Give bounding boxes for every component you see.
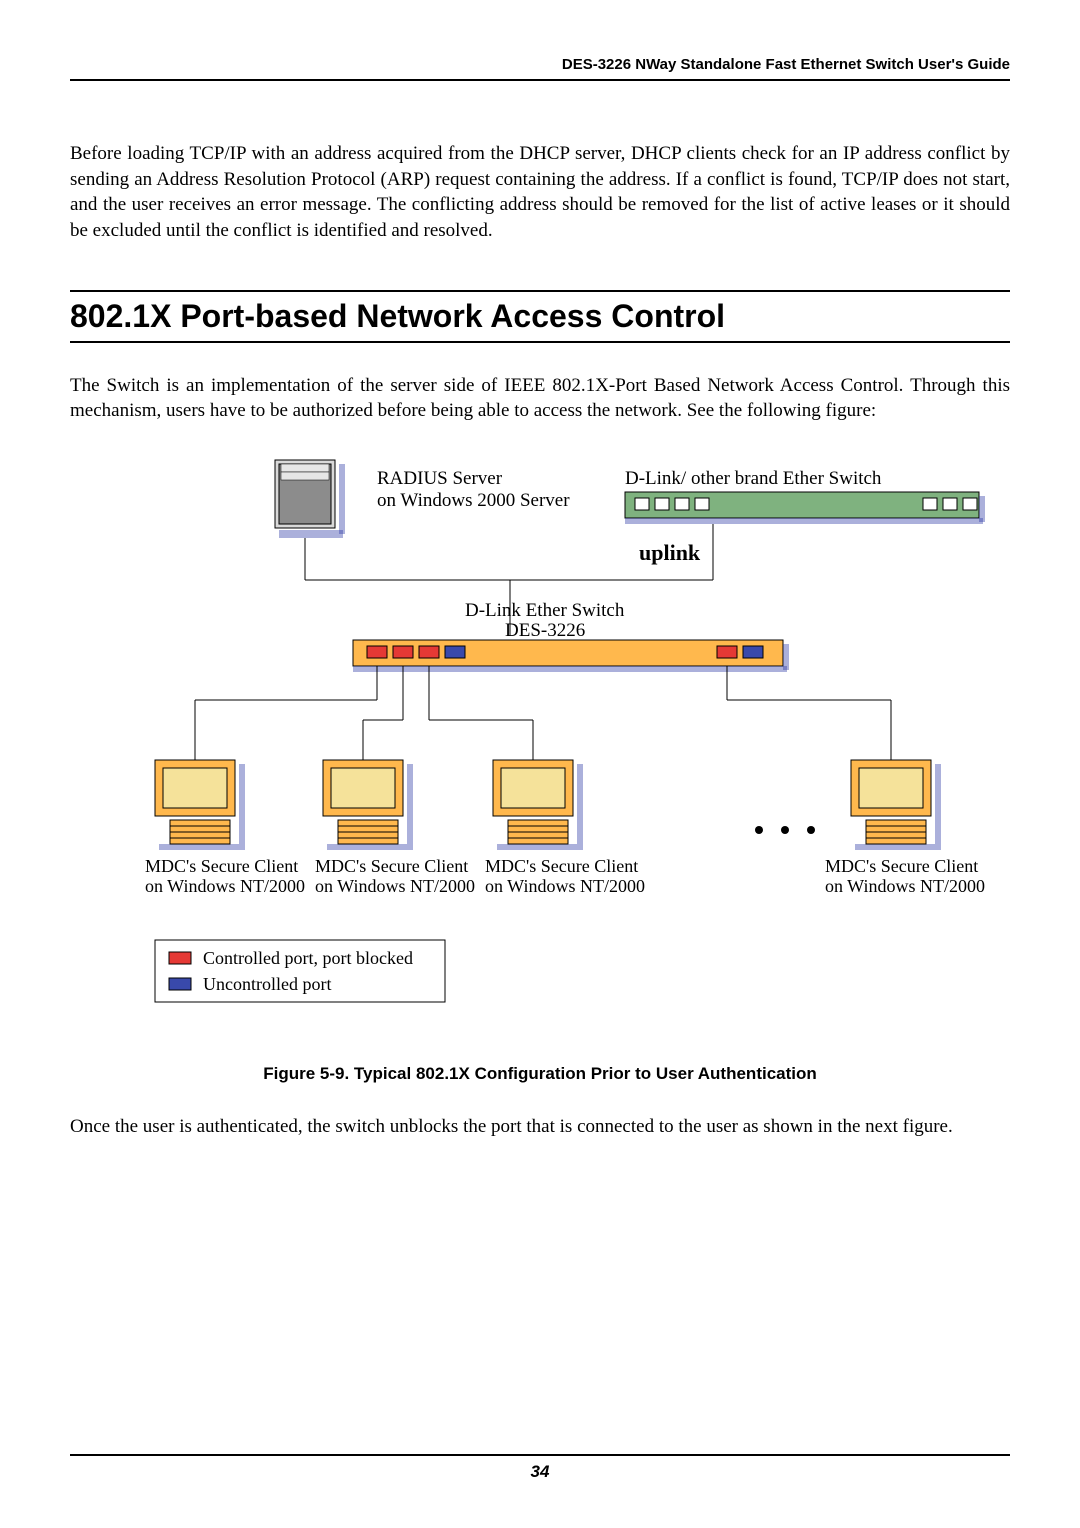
uplink-label: uplink [639, 540, 701, 565]
client3-l1: MDC's Secure Client [485, 856, 638, 876]
legend-text-1: Controlled port, port blocked [203, 948, 413, 968]
client4-l1: MDC's Secure Client [825, 856, 978, 876]
legend-box: Controlled port, port blocked Uncontroll… [155, 940, 445, 1002]
des-switch-icon [353, 640, 789, 672]
other-switch-icon [625, 492, 985, 524]
des-switch-label-1: D-Link Ether Switch [465, 600, 625, 621]
paragraph-1: Before loading TCP/IP with an address ac… [70, 141, 1010, 244]
uncontrolled-port-icon [445, 646, 465, 658]
paragraph-3: Once the user is authenticated, the swit… [70, 1114, 1010, 1140]
client-computer-icon [851, 760, 941, 850]
client1-l1: MDC's Secure Client [145, 856, 298, 876]
radius-label-1: RADIUS Server [377, 468, 503, 489]
footer-rule [70, 1454, 1010, 1456]
blocked-port-icon [367, 646, 387, 658]
client3-l2: on Windows NT/2000 [485, 876, 645, 896]
client1-l2: on Windows NT/2000 [145, 876, 305, 896]
client2-l2: on Windows NT/2000 [315, 876, 475, 896]
des-switch-label-2: DES-3226 [505, 620, 585, 641]
client-computer-icon [155, 760, 245, 850]
client-computer-icon [323, 760, 413, 850]
paragraph-2: The Switch is an implementation of the s… [70, 373, 1010, 424]
running-header: DES-3226 NWay Standalone Fast Ethernet S… [70, 56, 1010, 81]
client-computer-icon [493, 760, 583, 850]
client2-l1: MDC's Secure Client [315, 856, 468, 876]
header-title: DES-3226 NWay Standalone Fast Ethernet S… [562, 56, 1010, 73]
radius-server-icon [275, 460, 345, 538]
figure-caption: Figure 5-9. Typical 802.1X Configuration… [70, 1064, 1010, 1084]
client4-l2: on Windows NT/2000 [825, 876, 985, 896]
section-heading: 802.1X Port-based Network Access Control [70, 290, 1010, 343]
figure-diagram: RADIUS Server on Windows 2000 Server D-L… [70, 450, 1010, 1030]
radius-label-2: on Windows 2000 Server [377, 490, 570, 511]
legend-text-2: Uncontrolled port [203, 974, 331, 994]
other-switch-label: D-Link/ other brand Ether Switch [625, 468, 882, 489]
page-number: 34 [0, 1462, 1080, 1482]
